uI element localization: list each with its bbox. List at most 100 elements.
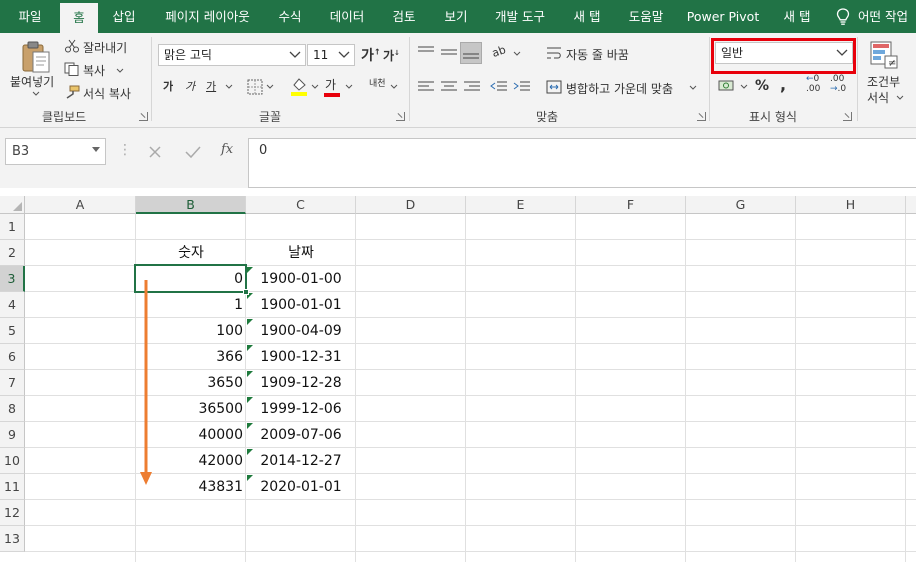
formula-input[interactable]: 0 — [248, 138, 916, 188]
increase-font-size-icon[interactable]: 가↑ — [361, 45, 381, 65]
row-header-11[interactable]: 11 — [0, 474, 25, 500]
accounting-dropdown-icon[interactable] — [740, 84, 748, 90]
enter-icon[interactable] — [185, 145, 201, 159]
tab-new-1[interactable]: 새 탭 — [559, 0, 615, 33]
comma-style-button[interactable]: , — [780, 75, 786, 94]
middle-align-icon[interactable] — [440, 45, 458, 59]
cell-c2-header-date[interactable]: 날짜 — [246, 240, 356, 266]
insert-function-button[interactable]: fx — [221, 142, 233, 157]
row-header-2[interactable]: 2 — [0, 240, 25, 266]
chevron-down-icon[interactable] — [338, 50, 350, 60]
chevron-down-icon[interactable] — [289, 50, 301, 60]
decrease-indent-icon[interactable] — [490, 80, 508, 94]
fill-color-dropdown-icon[interactable] — [311, 84, 319, 90]
row-header-4[interactable]: 4 — [0, 292, 25, 318]
paste-icon[interactable] — [20, 40, 52, 74]
number-dialog-launcher-icon[interactable] — [843, 112, 852, 121]
phonetic-button[interactable]: 내천 — [369, 76, 386, 89]
align-center-icon[interactable] — [440, 80, 458, 94]
cell-c11-date[interactable]: 2020-01-01 — [246, 474, 356, 500]
chevron-down-icon[interactable] — [92, 147, 100, 153]
copy-button[interactable]: 복사 — [83, 62, 105, 79]
conditional-formatting-icon[interactable]: ≠ — [869, 40, 899, 70]
tab-page-layout[interactable]: 페이지 레이아웃 — [150, 0, 265, 33]
tab-help[interactable]: 도움말 — [617, 0, 675, 33]
font-color-button[interactable]: 가 — [325, 76, 336, 93]
row-header-12[interactable]: 12 — [0, 500, 25, 526]
column-header-d[interactable]: D — [356, 196, 466, 214]
italic-button[interactable]: 가 — [185, 78, 195, 94]
tab-formulas[interactable]: 수식 — [267, 0, 313, 33]
tab-file[interactable]: 파일 — [0, 0, 60, 33]
format-painter-button[interactable]: 서식 복사 — [83, 85, 131, 102]
clipboard-dialog-launcher-icon[interactable] — [139, 112, 148, 121]
cell-c7-date[interactable]: 1909-12-28 — [246, 370, 356, 396]
decrease-decimal-icon[interactable]: .00 →.0 — [830, 74, 846, 94]
row-header-8[interactable]: 8 — [0, 396, 25, 422]
column-header-f[interactable]: F — [576, 196, 686, 214]
tab-home[interactable]: 홈 — [60, 3, 98, 33]
merge-center-button[interactable]: 병합하고 가운데 맞춤 — [566, 80, 673, 97]
paste-dropdown-icon[interactable] — [32, 91, 40, 97]
column-header-e[interactable]: E — [466, 196, 576, 214]
bottom-align-button[interactable] — [460, 42, 482, 64]
worksheet-grid[interactable]: A B C D E F G H 1 2 3 4 5 6 7 8 9 10 11 12 13 숫자 날짜 0 1900-01-00… — [0, 196, 916, 562]
percent-style-button[interactable]: % — [755, 78, 769, 94]
underline-dropdown-icon[interactable] — [225, 84, 233, 90]
merge-dropdown-icon[interactable] — [689, 85, 697, 91]
increase-decimal-icon[interactable]: ←0.00 — [806, 74, 820, 94]
row-header-5[interactable]: 5 — [0, 318, 25, 344]
font-color-dropdown-icon[interactable] — [345, 84, 353, 90]
fill-handle[interactable] — [243, 289, 249, 295]
column-header-h[interactable]: H — [796, 196, 906, 214]
conditional-formatting-label-1[interactable]: 조건부 — [867, 73, 900, 90]
tab-new-2[interactable]: 새 탭 — [769, 0, 825, 33]
decrease-font-size-icon[interactable]: 가↓ — [383, 47, 400, 64]
orientation-dropdown-icon[interactable] — [513, 51, 521, 57]
underline-button[interactable]: 가 — [206, 78, 216, 94]
fill-color-icon[interactable] — [290, 76, 308, 96]
alignment-dialog-launcher-icon[interactable] — [697, 112, 706, 121]
increase-indent-icon[interactable] — [513, 80, 531, 94]
column-header-g[interactable]: G — [686, 196, 796, 214]
cut-button[interactable]: 잘라내기 — [83, 39, 127, 56]
borders-dropdown-icon[interactable] — [266, 84, 274, 90]
select-all-button[interactable] — [0, 196, 25, 214]
phonetic-dropdown-icon[interactable] — [390, 84, 398, 90]
align-right-icon[interactable] — [463, 80, 481, 94]
tab-power-pivot[interactable]: Power Pivot — [681, 0, 765, 33]
bold-button[interactable]: 가 — [163, 78, 173, 94]
cell-c8-date[interactable]: 1999-12-06 — [246, 396, 356, 422]
copy-dropdown-icon[interactable] — [116, 68, 124, 74]
conditional-formatting-label-2[interactable]: 서식 — [867, 89, 889, 106]
column-header-a[interactable]: A — [25, 196, 136, 214]
row-header-13[interactable]: 13 — [0, 526, 25, 552]
row-header-9[interactable]: 9 — [0, 422, 25, 448]
formula-bar-splitter-icon[interactable]: ⋮ — [118, 142, 132, 158]
cell-c5-date[interactable]: 1900-04-09 — [246, 318, 356, 344]
column-header-b[interactable]: B — [136, 196, 246, 214]
tab-data[interactable]: 데이터 — [315, 0, 379, 33]
cell-c10-date[interactable]: 2014-12-27 — [246, 448, 356, 474]
font-name-combo[interactable]: 맑은 고딕 — [158, 44, 306, 66]
cell-c9-date[interactable]: 2009-07-06 — [246, 422, 356, 448]
conditional-dropdown-icon[interactable] — [896, 95, 904, 101]
cell-b2-header-number[interactable]: 숫자 — [136, 240, 246, 266]
top-align-icon[interactable] — [417, 45, 435, 59]
cancel-icon[interactable] — [148, 145, 162, 159]
lightbulb-icon[interactable] — [833, 0, 853, 33]
cell-c6-date[interactable]: 1900-12-31 — [246, 344, 356, 370]
tab-insert[interactable]: 삽입 — [100, 0, 148, 33]
column-header-c[interactable]: C — [246, 196, 356, 214]
tab-developer[interactable]: 개발 도구 — [485, 0, 555, 33]
cell-c4-date[interactable]: 1900-01-01 — [246, 292, 356, 318]
name-box[interactable]: B3 — [5, 138, 106, 165]
orientation-icon[interactable]: ab — [490, 43, 507, 60]
tab-review[interactable]: 검토 — [381, 0, 427, 33]
row-header-3[interactable]: 3 — [0, 266, 25, 292]
row-header-1[interactable]: 1 — [0, 214, 25, 240]
font-dialog-launcher-icon[interactable] — [396, 112, 405, 121]
font-size-combo[interactable]: 11 — [307, 44, 355, 66]
row-header-10[interactable]: 10 — [0, 448, 25, 474]
align-left-icon[interactable] — [417, 80, 435, 94]
